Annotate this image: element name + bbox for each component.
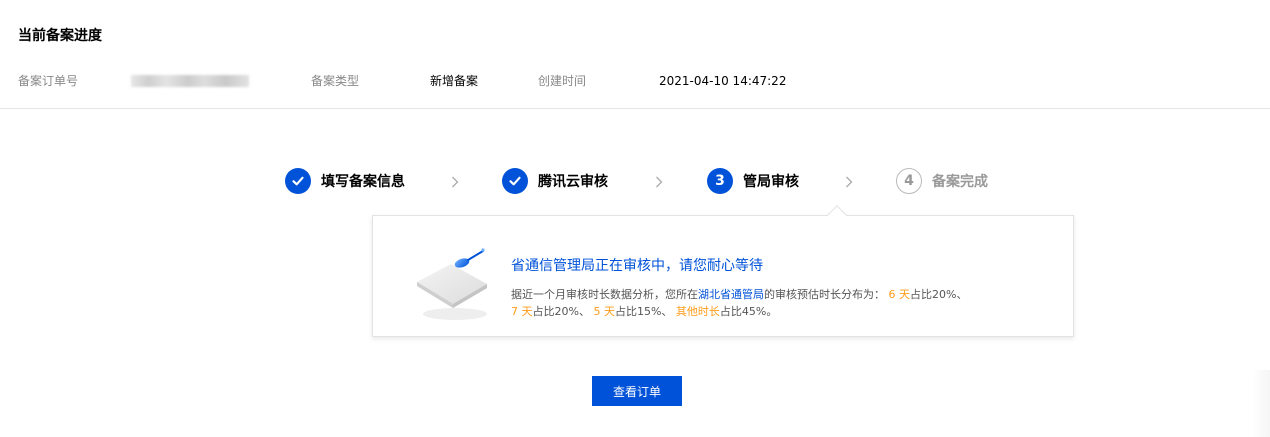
review-duration-description: 据近一个月审核时长数据分析，您所在湖北省通管局的审核预估时长分布为： 6 天占比… xyxy=(511,288,968,318)
duration-7-days: 7 天 xyxy=(511,305,533,318)
step-tencent-review: 腾讯云审核 xyxy=(502,167,608,195)
review-status-title: 省通信管理局正在审核中，请您耐心等待 xyxy=(511,258,763,274)
step-label: 填写备案信息 xyxy=(321,174,405,190)
created-label: 创建时间 xyxy=(538,74,587,88)
step-fill-info: 填写备案信息 xyxy=(285,167,405,195)
header-divider xyxy=(0,108,1270,109)
review-status-panel: 省通信管理局正在审核中，请您耐心等待 据近一个月审核时长数据分析，您所在湖北省通… xyxy=(372,215,1074,337)
step-label: 腾讯云审核 xyxy=(538,174,608,190)
edge-shadow xyxy=(1252,370,1270,437)
step-number-badge: 3 xyxy=(707,168,733,194)
step-label: 备案完成 xyxy=(932,174,988,190)
step-number-badge: 4 xyxy=(896,168,922,194)
order-no-label: 备案订单号 xyxy=(18,74,79,88)
page-title: 当前备案进度 xyxy=(18,28,102,44)
check-icon xyxy=(285,168,311,194)
view-order-button[interactable]: 查看订单 xyxy=(592,376,682,406)
chevron-right-icon xyxy=(652,172,666,192)
duration-6-days: 6 天 xyxy=(888,288,911,301)
step-complete: 4 备案完成 xyxy=(896,167,988,195)
duration-5-days: 5 天 xyxy=(593,305,615,318)
type-label: 备案类型 xyxy=(311,74,360,88)
chevron-right-icon xyxy=(448,172,462,192)
chevron-right-icon xyxy=(842,172,856,192)
type-value: 新增备案 xyxy=(430,74,479,88)
created-value: 2021-04-10 14:47:22 xyxy=(659,74,787,88)
document-review-illustration xyxy=(417,248,487,320)
step-label: 管局审核 xyxy=(743,174,799,190)
duration-other: 其他时长 xyxy=(675,305,720,318)
check-icon xyxy=(502,168,528,194)
step-bureau-review: 3 管局审核 xyxy=(707,167,799,195)
order-no-value-redacted xyxy=(131,75,249,87)
bureau-name: 湖北省通管局 xyxy=(698,288,764,301)
